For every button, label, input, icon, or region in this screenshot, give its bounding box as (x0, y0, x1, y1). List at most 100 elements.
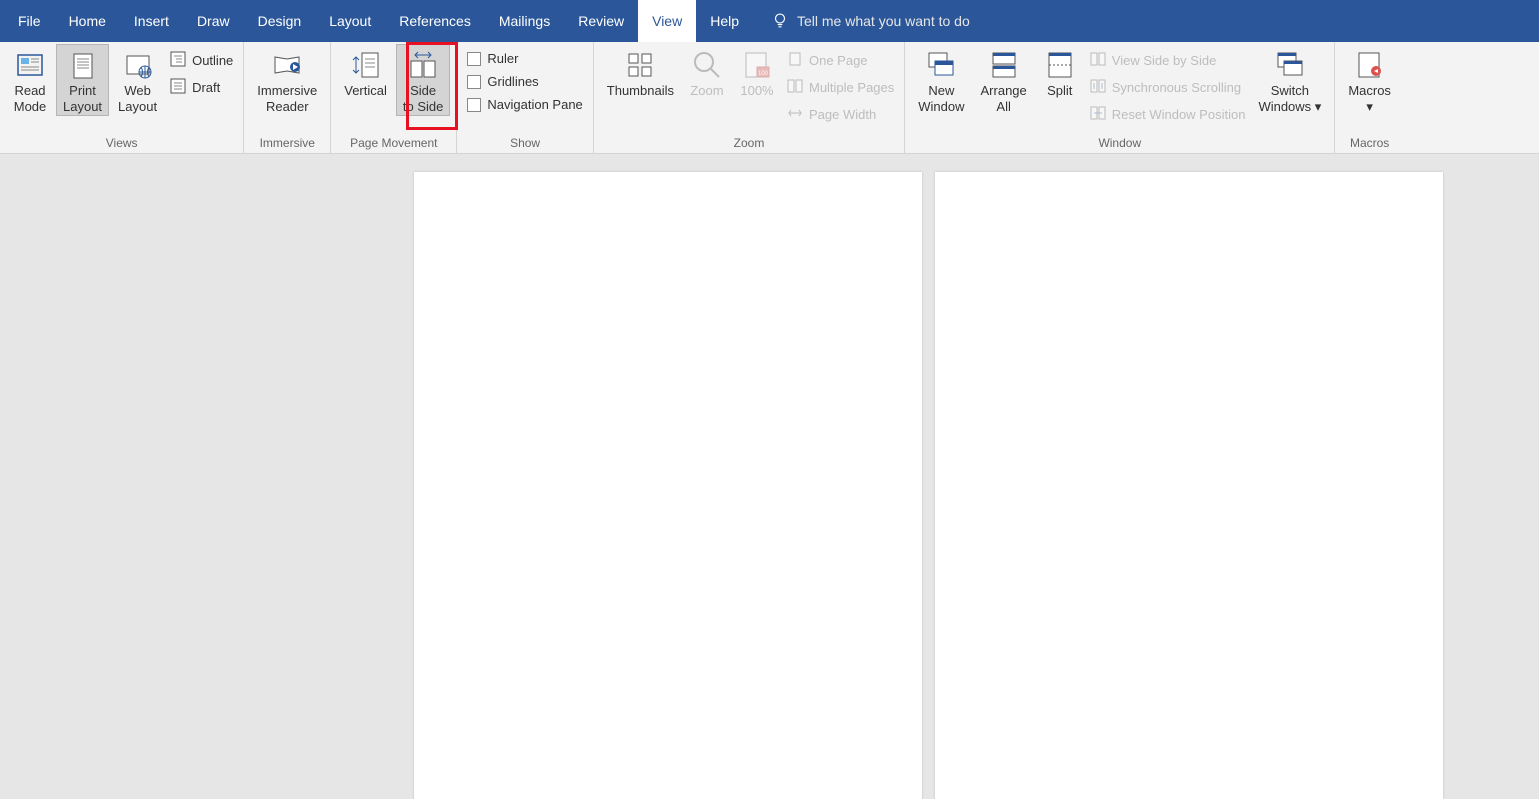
hundred-percent-icon: 100 (741, 49, 773, 81)
thumbnails-button[interactable]: Thumbnails (600, 44, 681, 100)
group-page-movement-label: Page Movement (337, 134, 450, 153)
group-zoom-label: Zoom (600, 134, 898, 153)
web-layout-button[interactable]: WebLayout (111, 44, 164, 116)
menubar: File Home Insert Draw Design Layout Refe… (0, 0, 1539, 42)
tab-view[interactable]: View (638, 0, 696, 42)
page-width-icon (787, 105, 803, 124)
navigation-pane-label: Navigation Pane (487, 97, 582, 112)
print-layout-label: PrintLayout (63, 83, 102, 115)
tab-design[interactable]: Design (244, 0, 316, 42)
group-window: NewWindow ArrangeAll Split View Side by … (905, 42, 1335, 153)
outline-label: Outline (192, 53, 233, 68)
side-to-side-button[interactable]: Sideto Side (396, 44, 450, 116)
view-side-by-side-icon (1090, 51, 1106, 70)
zoom-icon (691, 49, 723, 81)
switch-windows-button[interactable]: SwitchWindows ▾ (1251, 44, 1328, 116)
tab-help[interactable]: Help (696, 0, 753, 42)
vertical-icon (350, 49, 382, 81)
immersive-reader-icon (271, 49, 303, 81)
arrange-all-label: ArrangeAll (981, 83, 1027, 115)
immersive-reader-label: ImmersiveReader (257, 83, 317, 115)
group-views-label: Views (6, 134, 237, 153)
group-macros-label: Macros (1341, 134, 1398, 153)
group-page-movement: Vertical Sideto Side Page Movement (331, 42, 457, 153)
gridlines-label: Gridlines (487, 74, 538, 89)
checkbox-icon (467, 98, 481, 112)
macros-button[interactable]: Macros▾ (1341, 44, 1398, 116)
tab-layout[interactable]: Layout (315, 0, 385, 42)
tab-review[interactable]: Review (564, 0, 638, 42)
draft-button[interactable]: Draft (166, 75, 237, 100)
split-button[interactable]: Split (1036, 44, 1084, 100)
tell-me-search[interactable]: Tell me what you want to do (771, 11, 970, 32)
checkbox-icon (467, 75, 481, 89)
tab-insert[interactable]: Insert (120, 0, 183, 42)
print-layout-icon (67, 49, 99, 81)
one-page-button: One Page (783, 48, 898, 73)
ruler-checkbox[interactable]: Ruler (463, 48, 586, 69)
group-immersive-label: Immersive (250, 134, 324, 153)
page-width-button: Page Width (783, 102, 898, 127)
group-immersive: ImmersiveReader Immersive (244, 42, 331, 153)
one-page-icon (787, 51, 803, 70)
web-layout-label: WebLayout (118, 83, 157, 115)
split-icon (1044, 49, 1076, 81)
read-mode-button[interactable]: ReadMode (6, 44, 54, 116)
thumbnails-icon (624, 49, 656, 81)
document-page (935, 172, 1443, 799)
view-side-by-side-button: View Side by Side (1086, 48, 1250, 73)
ribbon: ReadMode PrintLayout WebLayout Outline D… (0, 42, 1539, 154)
outline-icon (170, 51, 186, 70)
tab-references[interactable]: References (385, 0, 485, 42)
switch-windows-icon (1274, 49, 1306, 81)
draft-icon (170, 78, 186, 97)
new-window-button[interactable]: NewWindow (911, 44, 971, 116)
multiple-pages-icon (787, 78, 803, 97)
multiple-pages-button: Multiple Pages (783, 75, 898, 100)
group-show-label: Show (463, 134, 586, 153)
new-window-label: NewWindow (918, 83, 964, 115)
draft-label: Draft (192, 80, 220, 95)
group-show: Ruler Gridlines Navigation Pane Show (457, 42, 593, 153)
tab-home[interactable]: Home (55, 0, 120, 42)
gridlines-checkbox[interactable]: Gridlines (463, 71, 586, 92)
navigation-pane-checkbox[interactable]: Navigation Pane (463, 94, 586, 115)
tab-draw[interactable]: Draw (183, 0, 244, 42)
lightbulb-icon (771, 11, 789, 32)
side-to-side-label: Sideto Side (403, 83, 443, 115)
group-macros: Macros▾ Macros (1335, 42, 1404, 153)
tab-file[interactable]: File (4, 0, 55, 42)
group-zoom: Thumbnails Zoom 100 100% One Page Multip… (594, 42, 905, 153)
outline-button[interactable]: Outline (166, 48, 237, 73)
zoom-button: Zoom (683, 44, 731, 100)
document-canvas[interactable] (0, 154, 1539, 799)
reset-window-position-button: Reset Window Position (1086, 102, 1250, 127)
hundred-percent-button: 100 100% (733, 44, 781, 100)
synchronous-scrolling-icon (1090, 78, 1106, 97)
svg-text:100: 100 (758, 71, 769, 77)
chevron-down-icon: ▾ (1366, 99, 1373, 114)
checkbox-icon (467, 52, 481, 66)
reset-window-position-label: Reset Window Position (1112, 107, 1246, 122)
page-width-label: Page Width (809, 107, 876, 122)
print-layout-button[interactable]: PrintLayout (56, 44, 109, 116)
vertical-button[interactable]: Vertical (337, 44, 394, 100)
one-page-label: One Page (809, 53, 868, 68)
macros-icon (1354, 49, 1386, 81)
synchronous-scrolling-button: Synchronous Scrolling (1086, 75, 1250, 100)
multiple-pages-label: Multiple Pages (809, 80, 894, 95)
group-window-label: Window (911, 134, 1328, 153)
ruler-label: Ruler (487, 51, 518, 66)
group-views: ReadMode PrintLayout WebLayout Outline D… (0, 42, 244, 153)
tab-mailings[interactable]: Mailings (485, 0, 564, 42)
immersive-reader-button[interactable]: ImmersiveReader (250, 44, 324, 116)
document-page (414, 172, 922, 799)
vertical-label: Vertical (344, 83, 387, 99)
read-mode-icon (14, 49, 46, 81)
hundred-percent-label: 100% (740, 83, 773, 99)
arrange-all-button[interactable]: ArrangeAll (974, 44, 1034, 116)
arrange-all-icon (988, 49, 1020, 81)
zoom-label: Zoom (690, 83, 723, 99)
thumbnails-label: Thumbnails (607, 83, 674, 99)
macros-label: Macros▾ (1348, 83, 1391, 115)
